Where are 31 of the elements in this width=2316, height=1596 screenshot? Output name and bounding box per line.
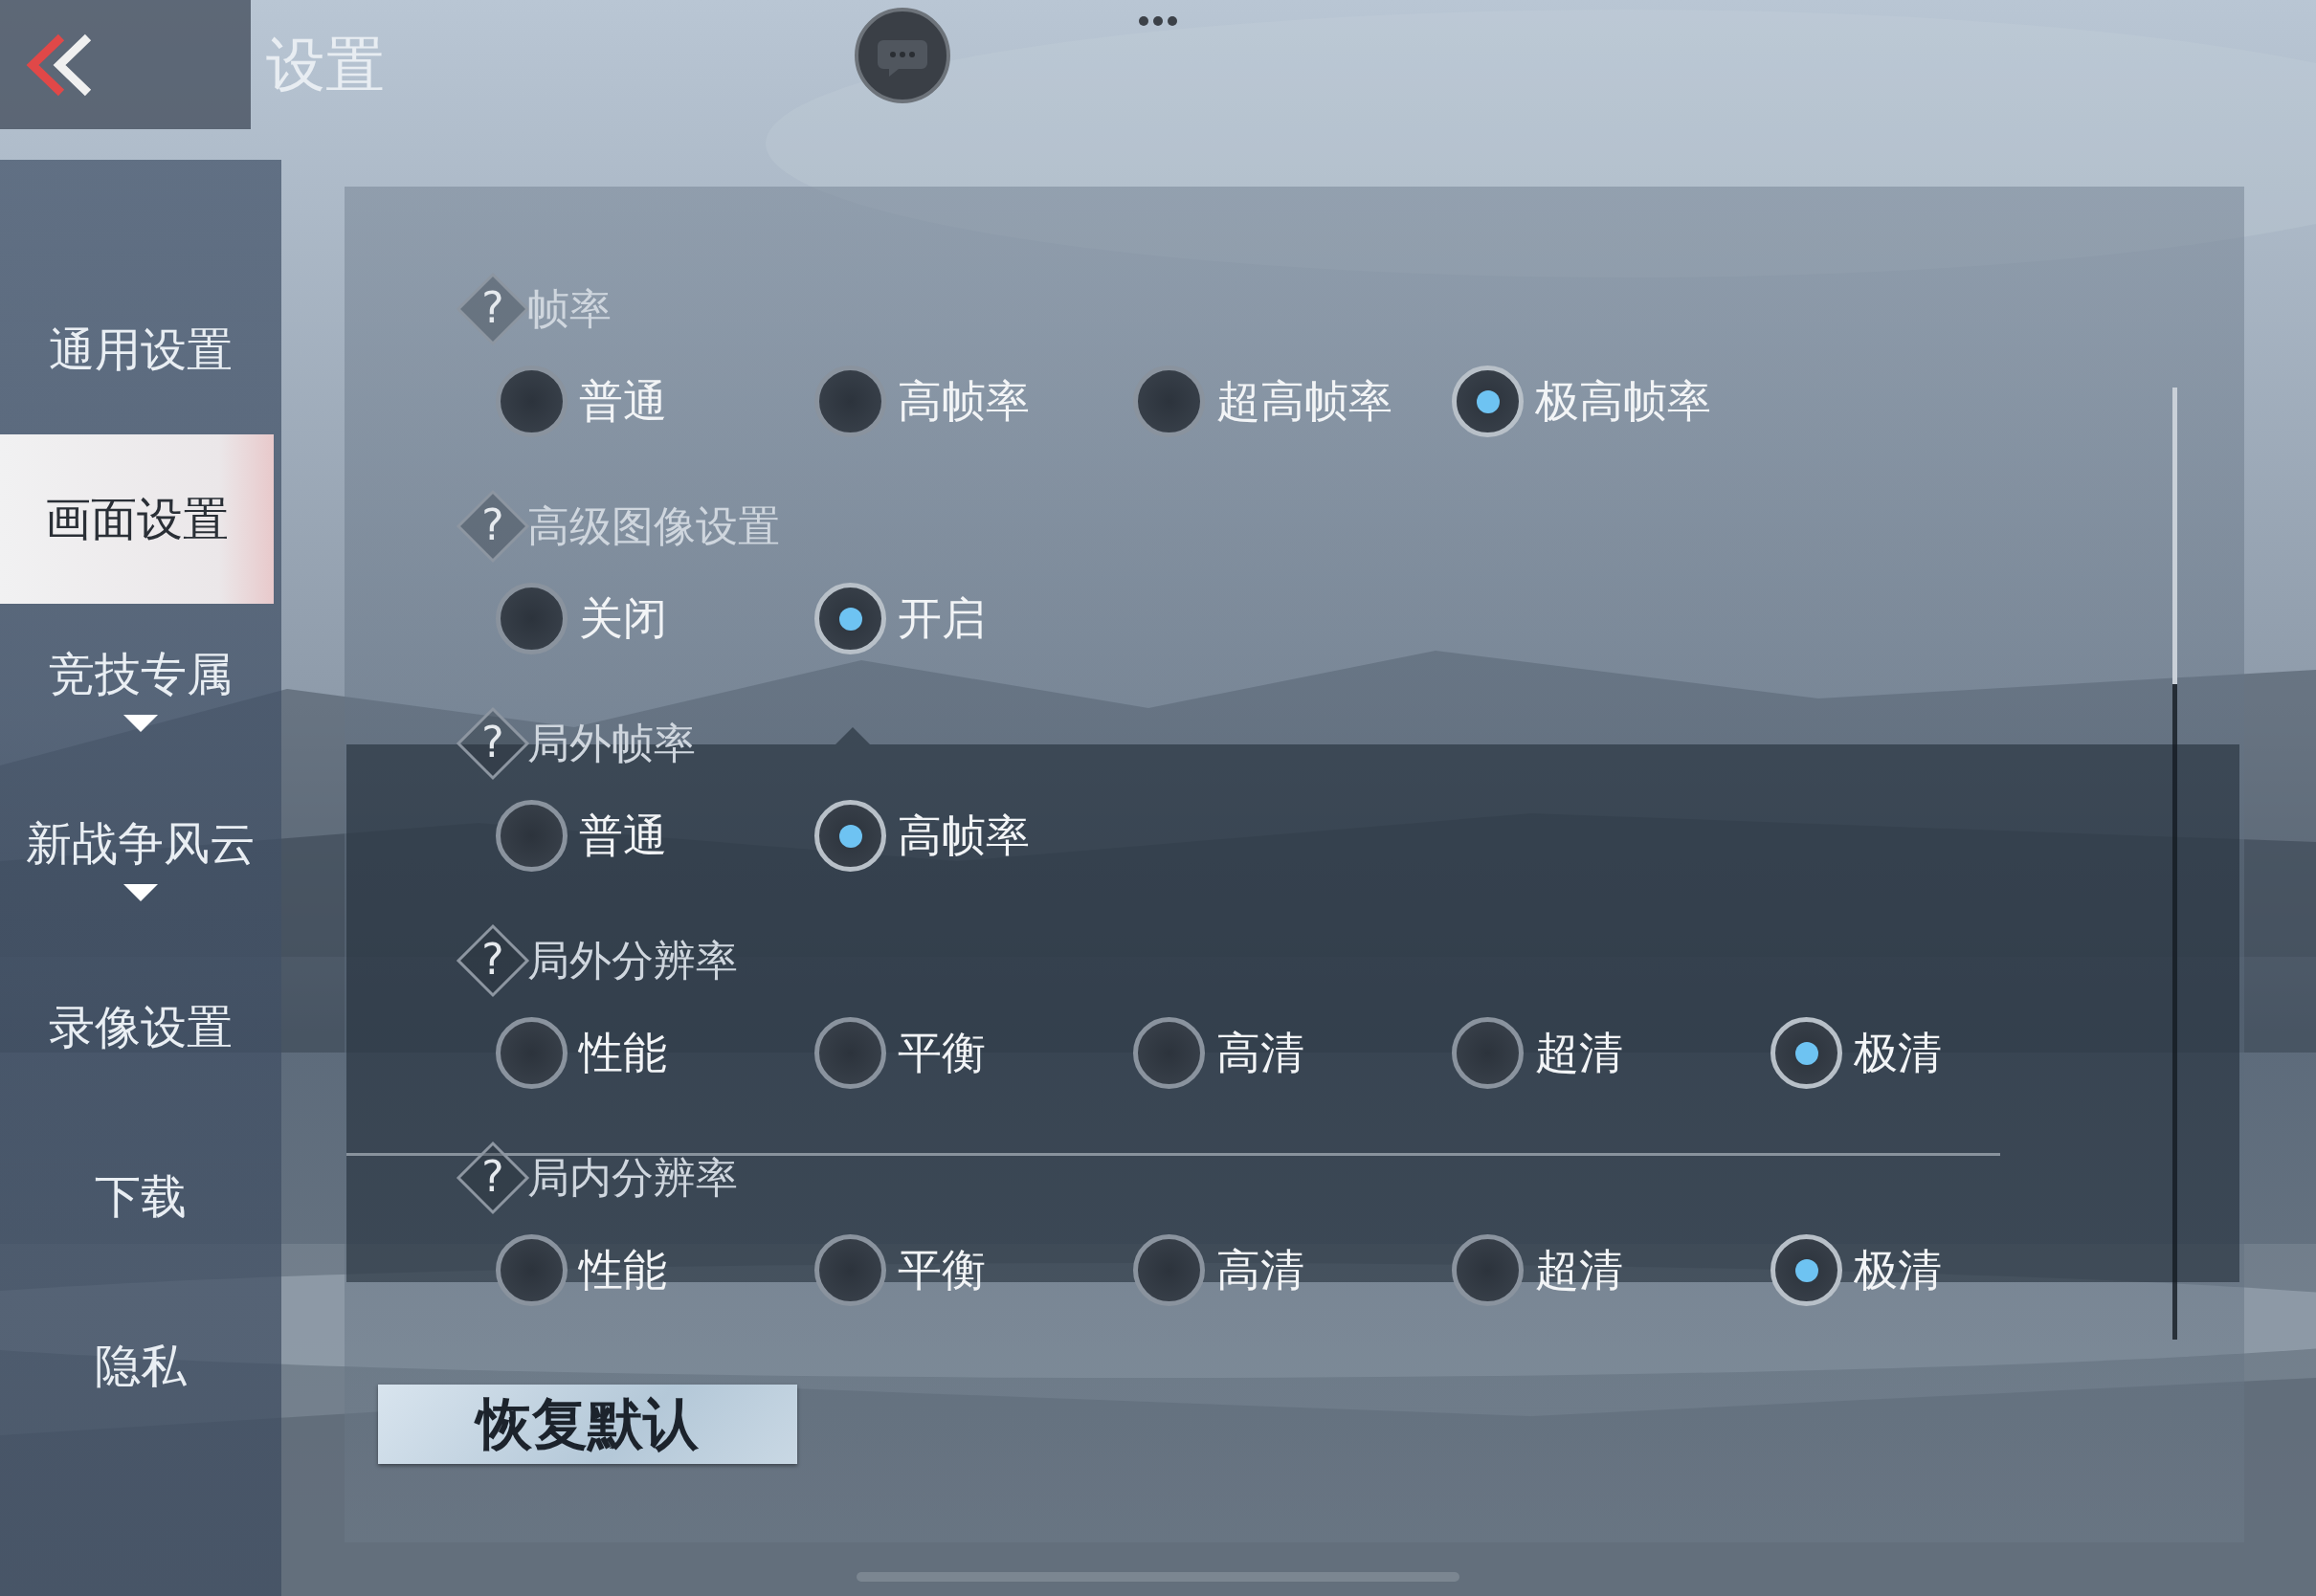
option-label: 超清 <box>1535 1025 1623 1080</box>
option-label: 高清 <box>1216 1025 1304 1080</box>
option-label: 关闭 <box>579 590 667 646</box>
sidebar-item[interactable]: 隐私 <box>0 1281 281 1451</box>
sidebar-item[interactable]: 下载 <box>0 1112 281 1281</box>
sidebar-item[interactable]: 画面设置 <box>0 434 274 604</box>
option-label: 普通 <box>579 373 667 429</box>
option-label: 超高帧率 <box>1216 373 1392 429</box>
option-label: 高帧率 <box>898 373 1030 429</box>
option-label: 高清 <box>1216 1242 1304 1297</box>
reset-button[interactable]: 恢复默认 <box>378 1385 797 1464</box>
sidebar-item[interactable]: 竞技专属 <box>0 604 281 773</box>
back-button[interactable] <box>0 0 251 129</box>
sidebar-item[interactable]: 通用设置 <box>0 265 281 434</box>
option-label: 极清 <box>1854 1025 1942 1080</box>
scrollbar[interactable] <box>2172 388 2177 1340</box>
pointer-icon <box>835 727 870 744</box>
option-label: 极清 <box>1854 1242 1942 1297</box>
more-icon[interactable] <box>1137 14 1179 28</box>
option-label: 超清 <box>1535 1242 1623 1297</box>
sidebar-item[interactable]: 新战争风云 <box>0 773 281 942</box>
option-label: 平衡 <box>898 1025 986 1080</box>
option-label: 性能 <box>579 1025 667 1080</box>
option-label: 平衡 <box>898 1242 986 1297</box>
option-label: 极高帧率 <box>1535 373 1711 429</box>
chat-icon[interactable] <box>855 8 950 103</box>
sidebar-item[interactable]: 录像设置 <box>0 942 281 1112</box>
option-label: 性能 <box>579 1242 667 1297</box>
option-label: 高帧率 <box>898 808 1030 863</box>
option-label: 普通 <box>579 808 667 863</box>
option-label: 开启 <box>898 590 986 646</box>
